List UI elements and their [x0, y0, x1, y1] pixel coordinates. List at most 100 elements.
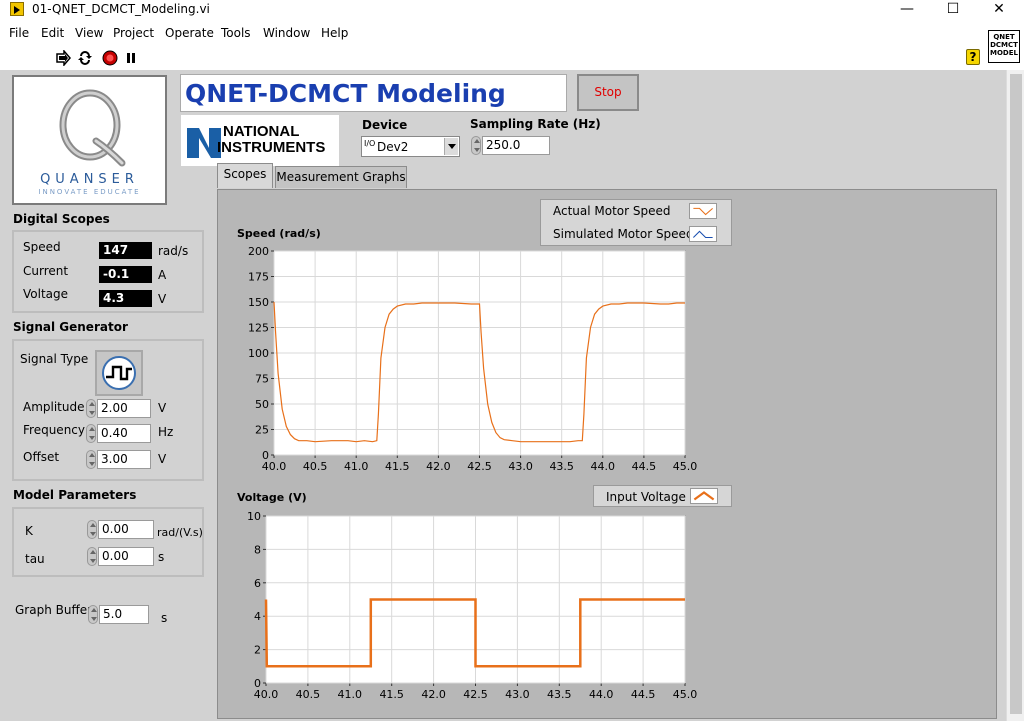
- run-continuous-icon[interactable]: [77, 50, 93, 66]
- x-tick-label: 45.0: [673, 460, 698, 473]
- vi-icon: QNET DCMCT MODEL: [988, 30, 1020, 63]
- current-indicator: -0.1: [99, 266, 152, 283]
- tab-measurement-graphs[interactable]: Measurement Graphs: [275, 166, 407, 188]
- frequency-spinner[interactable]: [86, 424, 96, 443]
- speed-indicator: 147: [99, 242, 152, 259]
- y-tick-label: 125: [248, 322, 269, 335]
- stop-button[interactable]: Stop: [577, 74, 639, 111]
- sampling-rate-label: Sampling Rate (Hz): [470, 117, 601, 131]
- close-button[interactable]: ✕: [976, 0, 1022, 20]
- x-tick-label: 43.5: [549, 460, 574, 473]
- x-tick-label: 41.5: [379, 688, 404, 701]
- quanser-text: QUANSER: [40, 172, 139, 187]
- menu-operate[interactable]: Operate: [165, 26, 214, 40]
- scroll-thumb[interactable]: [1010, 74, 1022, 714]
- current-unit: A: [158, 268, 167, 282]
- signal-type-button[interactable]: [95, 350, 143, 396]
- y-tick-label: 150: [248, 296, 269, 309]
- voltage-chart[interactable]: 40.0 40.5 41.0 41.5 42.0 42.5 43.0 43.5 44.0 44.5…: [230, 505, 703, 710]
- run-arrow-icon[interactable]: [55, 50, 71, 66]
- square-wave-icon: [102, 356, 136, 390]
- tau-spinner[interactable]: [87, 547, 97, 566]
- sampling-rate-input[interactable]: 250.0: [482, 136, 550, 155]
- amplitude-spinner[interactable]: [86, 399, 96, 418]
- x-tick-label: 42.0: [426, 460, 451, 473]
- y-tick-label: 75: [255, 373, 269, 386]
- y-tick-label: 200: [248, 245, 269, 258]
- x-tick-label: 44.0: [591, 460, 616, 473]
- actual-speed-swatch-icon: [689, 203, 717, 219]
- y-tick-label: 8: [254, 543, 261, 556]
- io-icon: I/O: [364, 139, 376, 148]
- ni-logo: NATIONAL INSTRUMENTS: [181, 115, 339, 166]
- x-tick-label: 42.5: [467, 460, 492, 473]
- y-tick-label: 4: [254, 610, 261, 623]
- amplitude-input[interactable]: 2.00: [97, 399, 151, 418]
- frequency-unit: Hz: [158, 425, 174, 439]
- menu-project[interactable]: Project: [113, 26, 154, 40]
- offset-input[interactable]: 3.00: [97, 450, 151, 469]
- y-tick-label: 0: [262, 449, 269, 462]
- maximize-button[interactable]: ☐: [930, 0, 976, 20]
- device-select[interactable]: I/O Dev2: [361, 136, 460, 157]
- menu-view[interactable]: View: [75, 26, 103, 40]
- speed-chart-title: Speed (rad/s): [237, 227, 321, 240]
- menu-window[interactable]: Window: [263, 26, 310, 40]
- speed-legend[interactable]: Actual Motor Speed Simulated Motor Speed: [540, 199, 732, 246]
- vi-icon-line: MODEL: [990, 49, 1018, 57]
- amplitude-label: Amplitude: [23, 400, 85, 414]
- legend-item: Actual Motor Speed: [541, 200, 671, 222]
- graph-buffer-spinner[interactable]: [88, 605, 98, 624]
- x-tick-label: 41.0: [344, 460, 369, 473]
- menu-file[interactable]: File: [9, 26, 29, 40]
- voltage-legend[interactable]: Input Voltage: [593, 485, 732, 507]
- k-unit: rad/(V.s): [157, 526, 203, 539]
- x-tick-label: 41.5: [385, 460, 410, 473]
- speed-chart[interactable]: 40.0 40.5 41.0 41.5 42.0 42.5 43.0 43.5 44.0 44.5…: [230, 240, 703, 480]
- x-tick-label: 41.0: [338, 688, 363, 701]
- vertical-scrollbar[interactable]: [1006, 70, 1024, 721]
- ni-logo-line2: INSTRUMENTS: [217, 139, 326, 156]
- device-value: Dev2: [377, 140, 409, 154]
- speed-label: Speed: [23, 240, 61, 254]
- menu-tools[interactable]: Tools: [221, 26, 251, 40]
- tau-unit: s: [158, 550, 165, 564]
- voltage-unit: V: [158, 292, 167, 306]
- current-label: Current: [23, 264, 69, 278]
- minimize-button[interactable]: —: [884, 0, 930, 20]
- x-tick-label: 42.5: [463, 688, 488, 701]
- pause-icon[interactable]: [123, 50, 139, 66]
- quanser-tagline: INNOVATE EDUCATE: [38, 188, 141, 196]
- model-parameters-group: [12, 507, 204, 577]
- context-help-icon[interactable]: ?: [966, 49, 980, 65]
- digital-scopes-title: Digital Scopes: [13, 212, 110, 226]
- y-tick-label: 2: [254, 644, 261, 657]
- graph-buffer-input[interactable]: 5.0: [99, 605, 149, 624]
- menu-help[interactable]: Help: [321, 26, 348, 40]
- k-spinner[interactable]: [87, 520, 97, 539]
- window-title: 01-QNET_DCMCT_Modeling.vi: [32, 2, 210, 16]
- abort-icon[interactable]: [102, 50, 118, 66]
- y-tick-label: 100: [248, 347, 269, 360]
- labview-app-icon: [10, 2, 24, 16]
- offset-spinner[interactable]: [86, 450, 96, 469]
- menu-edit[interactable]: Edit: [41, 26, 64, 40]
- tau-input[interactable]: 0.00: [98, 547, 154, 566]
- sampling-rate-spinner[interactable]: [471, 136, 481, 155]
- voltage-indicator: 4.3: [99, 290, 152, 307]
- graph-buffer-unit: s: [161, 611, 168, 625]
- x-tick-label: 45.0: [673, 688, 698, 701]
- x-tick-label: 43.0: [505, 688, 530, 701]
- x-tick-label: 40.5: [296, 688, 321, 701]
- k-input[interactable]: 0.00: [98, 520, 154, 539]
- y-tick-label: 6: [254, 577, 261, 590]
- x-tick-label: 42.0: [421, 688, 446, 701]
- device-label: Device: [362, 118, 408, 132]
- legend-label-actual: Actual Motor Speed: [553, 204, 671, 218]
- dropdown-arrow-icon[interactable]: [444, 138, 458, 155]
- x-tick-label: 40.5: [303, 460, 328, 473]
- frequency-input[interactable]: 0.40: [97, 424, 151, 443]
- tab-scopes[interactable]: Scopes: [217, 163, 273, 188]
- title-bar: 01-QNET_DCMCT_Modeling.vi — ☐ ✕: [0, 0, 1024, 20]
- signal-type-label: Signal Type: [20, 352, 89, 366]
